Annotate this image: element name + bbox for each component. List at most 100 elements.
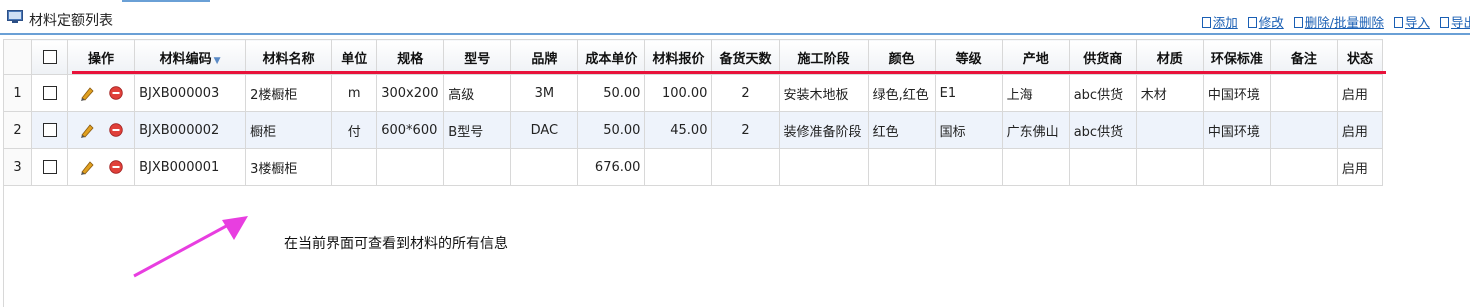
cell-grade — [934, 148, 1003, 186]
cell-quote — [644, 148, 713, 186]
edit-button[interactable]: 修改 — [1247, 12, 1284, 31]
cell-spec: 300x200 — [376, 74, 445, 112]
panel-title: 材料定额列表 — [29, 13, 113, 29]
header-row: 操作 材料编码 ▼ 材料名称 单位 规格 型号 品牌 成本单价 材料报价 备货天数… — [2, 39, 1384, 75]
row-select-cell[interactable] — [31, 111, 69, 149]
delete-icon[interactable] — [108, 123, 123, 137]
col-header-code[interactable]: 材料编码 ▼ — [134, 39, 247, 75]
col-header-unit[interactable]: 单位 — [331, 39, 378, 75]
col-header-grade[interactable]: 等级 — [934, 39, 1003, 75]
cell-code: BJXB000003 — [134, 74, 247, 112]
cell-quote: 100.00 — [644, 74, 713, 112]
col-header-quote[interactable]: 材料报价 — [644, 39, 713, 75]
col-header-model[interactable]: 型号 — [443, 39, 512, 75]
export-button[interactable]: 导出 — [1439, 12, 1470, 31]
cell-brand: DAC — [510, 111, 579, 149]
delete-icon[interactable] — [108, 86, 123, 100]
rownum-header — [2, 39, 33, 75]
cell-origin: 广东佛山 — [1001, 111, 1070, 149]
cell-model: B型号 — [443, 111, 512, 149]
col-header-brand[interactable]: 品牌 — [510, 39, 579, 75]
cell-origin: 上海 — [1001, 74, 1070, 112]
cell-name: 3楼橱柜 — [245, 148, 333, 186]
cell-unit: m — [331, 74, 378, 112]
cell-color — [867, 148, 936, 186]
row-number: 2 — [2, 111, 33, 149]
cell-code: BJXB000001 — [134, 148, 247, 186]
cell-unit — [331, 148, 378, 186]
panel-header: 材料定额列表 添加 修改 删除/批量删除 导入 导出 — [0, 0, 1470, 34]
cell-name: 橱柜 — [245, 111, 333, 149]
materials-grid: 操作 材料编码 ▼ 材料名称 单位 规格 型号 品牌 成本单价 材料报价 备货天数… — [2, 39, 1384, 186]
col-header-eco[interactable]: 环保标准 — [1202, 39, 1271, 75]
row-actions — [67, 111, 136, 149]
row-actions — [67, 148, 136, 186]
header-divider — [0, 33, 1470, 35]
sort-caret-icon[interactable]: ▼ — [214, 56, 221, 66]
row-actions — [67, 74, 136, 112]
cell-cost: 50.00 — [577, 111, 646, 149]
delete-button[interactable]: 删除/批量删除 — [1293, 12, 1384, 31]
select-all-checkbox[interactable] — [42, 50, 57, 64]
col-header-origin[interactable]: 产地 — [1001, 39, 1070, 75]
col-header-supplier[interactable]: 供货商 — [1068, 39, 1137, 75]
cell-days — [711, 148, 780, 186]
annotation-note: 在当前界面可查看到材料的所有信息 — [284, 236, 508, 252]
cell-eco — [1202, 148, 1271, 186]
annotation-underline — [72, 71, 1386, 74]
cell-spec: 600*600 — [376, 111, 445, 149]
edit-pencil-icon[interactable] — [79, 122, 95, 138]
delete-icon[interactable] — [108, 160, 123, 174]
col-header-days[interactable]: 备货天数 — [711, 39, 780, 75]
cell-eco: 中国环境 — [1202, 111, 1271, 149]
row-select-cell[interactable] — [31, 74, 69, 112]
table-row[interactable]: 3 BJXB000001 3楼橱柜 676.00 启用 — [2, 148, 1384, 186]
cell-supplier — [1068, 148, 1137, 186]
import-button[interactable]: 导入 — [1393, 12, 1430, 31]
cell-supplier: abc供货 — [1068, 74, 1137, 112]
monitor-icon — [7, 10, 23, 23]
cell-code: BJXB000002 — [134, 111, 247, 149]
cell-quote: 45.00 — [644, 111, 713, 149]
col-header-spec[interactable]: 规格 — [376, 39, 445, 75]
row-checkbox[interactable] — [42, 123, 57, 137]
cell-material: 木材 — [1135, 74, 1204, 112]
col-header-cost[interactable]: 成本单价 — [577, 39, 646, 75]
cell-brand — [510, 148, 579, 186]
cell-eco: 中国环境 — [1202, 74, 1271, 112]
cell-stage: 装修准备阶段 — [778, 111, 869, 149]
cell-status: 启用 — [1336, 111, 1384, 149]
col-header-material[interactable]: 材质 — [1135, 39, 1204, 75]
cell-material — [1135, 111, 1204, 149]
cell-days: 2 — [711, 111, 780, 149]
cell-remark — [1269, 74, 1338, 112]
cell-grade: 国标 — [934, 111, 1003, 149]
cell-brand: 3M — [510, 74, 579, 112]
col-header-remark[interactable]: 备注 — [1269, 39, 1338, 75]
table-row[interactable]: 2 BJXB000002 橱柜 付 600*600 B型号 DAC 50.00 … — [2, 111, 1384, 149]
row-checkbox[interactable] — [42, 160, 57, 174]
table-row[interactable]: 1 BJXB000003 2楼橱柜 m 300x200 高级 3M 50.00 … — [2, 74, 1384, 112]
col-header-actions: 操作 — [67, 39, 136, 75]
col-header-name[interactable]: 材料名称 — [245, 39, 333, 75]
cell-days: 2 — [711, 74, 780, 112]
add-button[interactable]: 添加 — [1201, 12, 1238, 31]
col-header-color[interactable]: 颜色 — [867, 39, 936, 75]
cell-cost: 676.00 — [577, 148, 646, 186]
toolbar: 添加 修改 删除/批量删除 导入 导出 — [1201, 12, 1470, 31]
row-number: 1 — [2, 74, 33, 112]
col-header-stage[interactable]: 施工阶段 — [778, 39, 869, 75]
edit-pencil-icon[interactable] — [79, 85, 95, 101]
select-all-cell[interactable] — [31, 39, 69, 75]
row-checkbox[interactable] — [42, 86, 57, 100]
cell-origin — [1001, 148, 1070, 186]
cell-remark — [1269, 148, 1338, 186]
cell-color: 红色 — [867, 111, 936, 149]
row-number: 3 — [2, 148, 33, 186]
row-select-cell[interactable] — [31, 148, 69, 186]
cell-status: 启用 — [1336, 148, 1384, 186]
cell-supplier: abc供货 — [1068, 111, 1137, 149]
cell-stage — [778, 148, 869, 186]
edit-pencil-icon[interactable] — [79, 159, 95, 175]
col-header-status[interactable]: 状态 — [1336, 39, 1384, 75]
